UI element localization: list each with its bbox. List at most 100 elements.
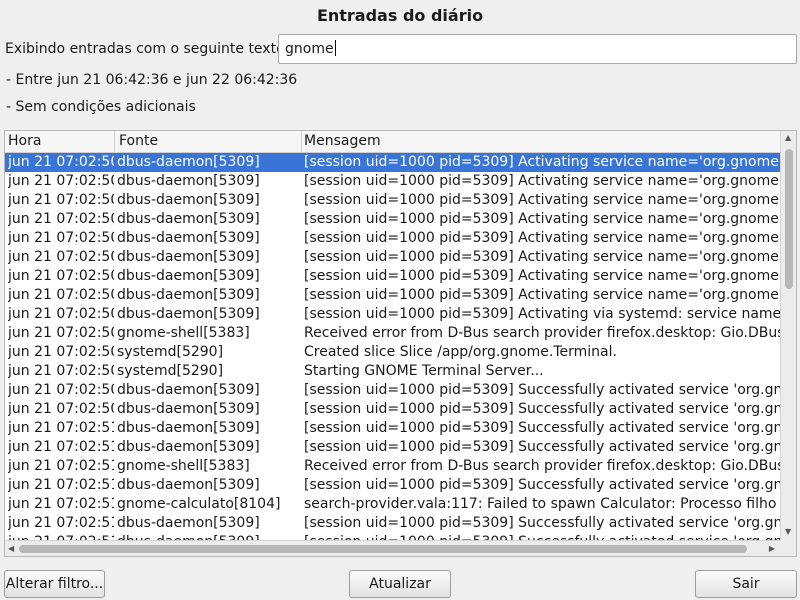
cell-fonte: systemd[5290] [117,344,224,360]
cell-fonte: dbus-daemon[5309] [117,268,260,284]
scroll-left-arrow-icon[interactable]: ◀ [8,544,14,554]
horizontal-scrollbar[interactable]: ◀ ▶ [5,540,781,556]
refresh-button[interactable]: Atualizar [349,570,451,598]
table-row[interactable]: jun 21 07:02:50 dbus-daemon[5309] [session… [5,153,781,172]
cell-mensagem: [session uid=1000 pid=5309] Activating s… [304,287,781,303]
table-row[interactable]: jun 21 07:02:51dbus-daemon[5309][session… [5,419,781,438]
cell-mensagem: [session uid=1000 pid=5309] Activating s… [304,230,781,246]
cell-fonte: dbus-daemon[5309] [117,382,260,398]
cell-fonte: gnome-calculato[8104] [117,496,281,512]
table-row[interactable]: jun 21 07:02:50 systemd[5290] Created slic… [5,343,781,362]
cell-hora: jun 21 07:02:50 [8,344,114,360]
cell-fonte: gnome-shell[5383] [117,325,250,341]
cell-fonte: gnome-shell[5383] [117,458,250,474]
filter-text-input[interactable]: gnome [278,34,797,64]
text-cursor [334,40,336,56]
cell-hora: jun 21 07:02:50 [8,173,114,189]
journal-table: Hora Fonte Mensagem jun 21 07:02:50 dbus-… [4,130,797,557]
table-row[interactable]: jun 21 07:02:51dbus-daemon[5309][session… [5,533,781,540]
horizontal-scroll-thumb[interactable] [19,545,747,553]
scroll-right-arrow-icon[interactable]: ▶ [769,544,775,554]
cell-hora: jun 21 07:02:50 [8,287,114,303]
cell-fonte: dbus-daemon[5309] [117,249,260,265]
cell-hora: jun 21 07:02:51 [8,533,114,540]
cell-mensagem: [session uid=1000 pid=5309] Successfully… [304,420,781,436]
cell-mensagem: [session uid=1000 pid=5309] Successfully… [304,515,781,531]
table-row[interactable]: jun 21 07:02:50 dbus-daemon[5309] [session… [5,229,781,248]
cell-hora: jun 21 07:02:51 [8,515,114,531]
change-filter-button[interactable]: Alterar filtro... [4,570,105,598]
table-row[interactable]: jun 21 07:02:51dbus-daemon[5309] [session… [5,514,781,533]
cell-fonte: dbus-daemon[5309] [117,533,302,540]
cell-hora: jun 21 07:02:51 [8,458,114,474]
cell-mensagem: [session uid=1000 pid=5309] Successfully… [304,401,781,417]
cell-fonte: dbus-daemon[5309] [117,515,260,531]
cell-hora: jun 21 07:02:50 [8,382,114,398]
cell-mensagem: [session uid=1000 pid=5309] Activating v… [304,306,781,322]
cell-hora: jun 21 07:02:50 [8,249,114,265]
window-title: Entradas do diário [316,6,484,25]
table-row[interactable]: jun 21 07:02:50 gnome-shell[5383] Received… [5,324,781,343]
scrollbar-corner [780,540,796,556]
column-header-fonte[interactable]: Fonte [115,131,302,152]
cell-mensagem: [session uid=1000 pid=5309] Successfully… [304,477,781,493]
quit-button[interactable]: Sair [695,570,797,598]
vertical-scroll-thumb[interactable] [785,149,793,289]
table-row[interactable]: jun 21 07:02:50 dbus-daemon[5309] [session… [5,267,781,286]
cell-fonte: systemd[5290] [117,363,224,379]
table-row[interactable]: jun 21 07:02:51dbus-daemon[5309] [session… [5,438,781,457]
table-row[interactable]: jun 21 07:02:50 dbus-daemon[5309] [session… [5,191,781,210]
cell-fonte: dbus-daemon[5309] [117,439,260,455]
cell-mensagem: [session uid=1000 pid=5309] Activating s… [304,211,781,227]
scroll-up-arrow-icon[interactable]: ▲ [785,133,791,143]
conditions-info: - Sem condições adicionais [6,99,196,115]
cell-hora: jun 21 07:02:51 [8,477,114,493]
table-row[interactable]: jun 21 07:02:50 dbus-daemon[5309] [session… [5,381,781,400]
cell-fonte: dbus-daemon[5309] [117,287,260,303]
table-body: jun 21 07:02:50 dbus-daemon[5309] [session… [5,153,781,540]
cell-mensagem: search-provider.vala:117: Failed to spaw… [304,496,781,512]
cell-hora: jun 21 07:02:50 [8,192,114,208]
cell-mensagem: [session uid=1000 pid=5309] Successfully… [304,382,781,398]
vertical-scrollbar[interactable]: ▲ ▼ [780,131,796,540]
table-row[interactable]: jun 21 07:02:50 systemd[5290] Starting GNO… [5,362,781,381]
table-row[interactable]: jun 21 07:02:50 dbus-daemon[5309] [session… [5,400,781,419]
cell-fonte: dbus-daemon[5309] [117,230,260,246]
cell-mensagem: Received error from D-Bus search provide… [304,325,781,341]
cell-hora: jun 21 07:02:51 [8,496,114,512]
cell-mensagem: [session uid=1000 pid=5309] Activating s… [304,154,781,170]
column-header-mensagem[interactable]: Mensagem [302,131,781,152]
cell-fonte: dbus-daemon[5309] [117,477,260,493]
cell-hora: jun 21 07:02:50 [8,363,114,379]
time-range-info: - Entre jun 21 06:42:36 e jun 22 06:42:3… [6,72,298,88]
table-row[interactable]: jun 21 07:02:50 dbus-daemon[5309] [session… [5,248,781,267]
table-row[interactable]: jun 21 07:02:51dbus-daemon[5309] [session… [5,476,781,495]
cell-hora: jun 21 07:02:50 [8,268,114,284]
cell-fonte: dbus-daemon[5309] [117,192,260,208]
filter-label: Exibindo entradas com o seguinte texto [5,41,285,57]
column-header-hora[interactable]: Hora [5,131,115,152]
cell-hora: jun 21 07:02:50 [8,306,114,322]
table-row[interactable]: jun 21 07:02:50 dbus-daemon[5309] [session… [5,210,781,229]
cell-fonte: dbus-daemon[5309] [117,173,260,189]
table-row[interactable]: jun 21 07:02:50 dbus-daemon[5309] [session… [5,172,781,191]
cell-hora: jun 21 07:02:50 [8,401,114,417]
table-header: Hora Fonte Mensagem [5,131,781,153]
table-row[interactable]: jun 21 07:02:50 dbus-daemon[5309] [session… [5,305,781,324]
cell-mensagem: [session uid=1000 pid=5309] Activating s… [304,173,781,189]
cell-hora: jun 21 07:02:50 [8,325,114,341]
table-row[interactable]: jun 21 07:02:50 dbus-daemon[5309] [session… [5,286,781,305]
cell-mensagem: [session uid=1000 pid=5309] Successfully… [304,439,781,455]
table-row[interactable]: jun 21 07:02:51 gnome-shell[5383] Received… [5,457,781,476]
scroll-down-arrow-icon[interactable]: ▼ [785,527,791,537]
cell-mensagem: Created slice Slice /app/org.gnome.Termi… [304,344,617,360]
cell-hora: jun 21 07:02:50 [8,230,114,246]
cell-mensagem: [session uid=1000 pid=5309] Activating s… [304,249,781,265]
cell-mensagem: Received error from D-Bus search provide… [304,458,781,474]
cell-mensagem: [session uid=1000 pid=5309] Activating s… [304,192,781,208]
filter-text-value: gnome [285,41,334,57]
cell-hora: jun 21 07:02:51 [8,439,114,455]
table-row[interactable]: jun 21 07:02:51 gnome-calculato[8104] sear… [5,495,781,514]
cell-hora: jun 21 07:02:50 [8,211,114,227]
cell-fonte: dbus-daemon[5309] [117,154,260,170]
